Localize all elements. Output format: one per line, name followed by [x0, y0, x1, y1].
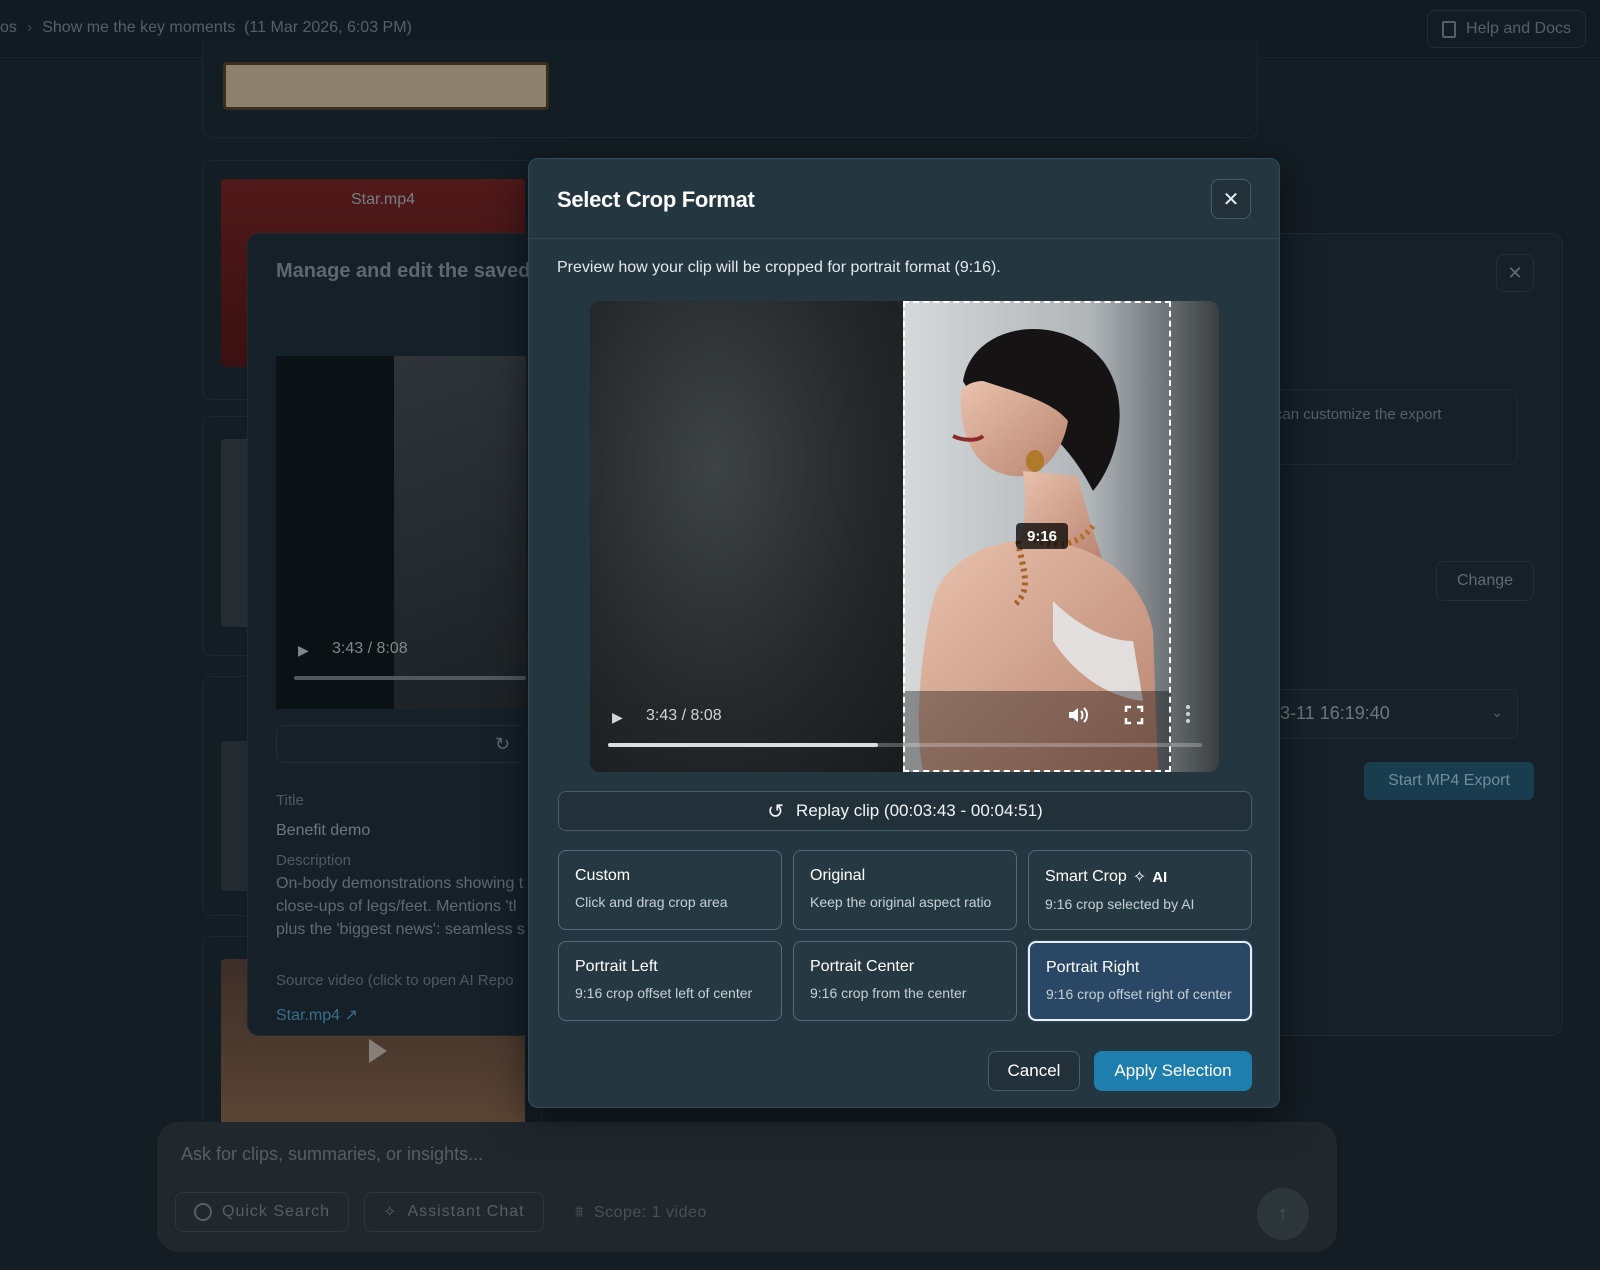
option-custom[interactable]: Custom Click and drag crop area — [558, 850, 782, 930]
option-portrait-center[interactable]: Portrait Center 9:16 crop from the cente… — [793, 941, 1017, 1021]
player-progress-bar[interactable] — [608, 743, 1202, 747]
option-title: Original — [810, 867, 866, 884]
cancel-button[interactable]: Cancel — [988, 1051, 1080, 1091]
option-description: Keep the original aspect ratio — [810, 894, 992, 910]
sparkle-icon: ✧ — [1132, 869, 1147, 886]
replay-icon: ↺ — [767, 800, 785, 823]
player-progress-fill — [608, 743, 879, 747]
option-description: 9:16 crop selected by AI — [1045, 896, 1195, 912]
option-smart-crop[interactable]: Smart Crop ✧ AI 9:16 crop selected by AI — [1028, 850, 1252, 930]
option-title: Portrait Center — [810, 958, 915, 975]
video-frame-left — [590, 301, 903, 772]
dialog-header: Select Crop Format ✕ — [529, 159, 1279, 239]
option-description: 9:16 crop offset right of center — [1046, 986, 1232, 1002]
volume-icon[interactable] — [1066, 703, 1090, 727]
fullscreen-icon[interactable] — [1124, 705, 1144, 725]
crop-preview-player[interactable]: 9:16 ▶ 3:43 / 8:08 — [590, 301, 1219, 772]
ai-badge: AI — [1152, 868, 1168, 886]
crop-options-grid: Custom Click and drag crop area Original… — [558, 850, 1252, 1021]
close-button[interactable]: ✕ — [1211, 179, 1251, 219]
player-time: 3:43 / 8:08 — [646, 707, 722, 724]
option-description: 9:16 crop offset left of center — [575, 985, 753, 1001]
option-portrait-right[interactable]: Portrait Right 9:16 crop offset right of… — [1028, 941, 1252, 1021]
option-title: Portrait Left — [575, 958, 658, 975]
replay-clip-button[interactable]: ↺ Replay clip (00:03:43 - 00:04:51) — [558, 791, 1252, 831]
option-title: Portrait Right — [1046, 959, 1140, 976]
more-options-icon[interactable] — [1185, 703, 1191, 725]
dialog-subtitle: Preview how your clip will be cropped fo… — [557, 259, 1001, 276]
option-portrait-left[interactable]: Portrait Left 9:16 crop offset left of c… — [558, 941, 782, 1021]
play-icon[interactable]: ▶ — [612, 709, 623, 726]
apply-selection-button[interactable]: Apply Selection — [1094, 1051, 1252, 1091]
option-title: Smart Crop — [1045, 868, 1127, 885]
replay-clip-label: Replay clip (00:03:43 - 00:04:51) — [796, 801, 1043, 820]
aspect-ratio-badge: 9:16 — [1016, 523, 1068, 549]
option-title: Custom — [575, 867, 631, 884]
select-crop-format-dialog: Select Crop Format ✕ Preview how your cl… — [528, 158, 1280, 1108]
option-original[interactable]: Original Keep the original aspect ratio — [793, 850, 1017, 930]
close-icon: ✕ — [1222, 188, 1240, 211]
option-description: Click and drag crop area — [575, 894, 728, 910]
dialog-title: Select Crop Format — [557, 187, 755, 212]
option-description: 9:16 crop from the center — [810, 985, 967, 1001]
